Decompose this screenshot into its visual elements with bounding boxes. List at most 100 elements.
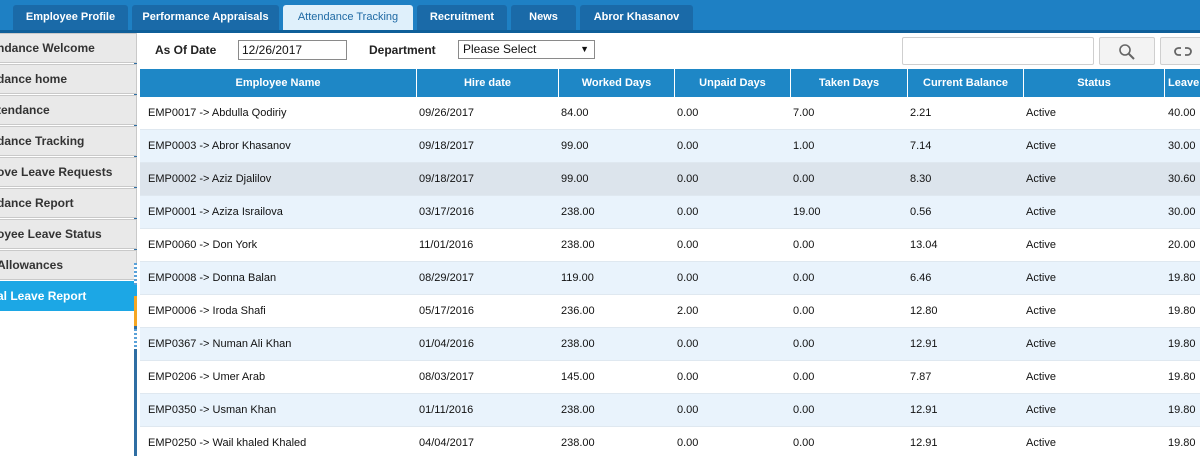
sidebar-item-label: dance home [0,72,68,86]
status-cell: Active [1026,404,1056,416]
current-balance-cell: 12.91 [910,338,938,350]
worked-days-cell: 236.00 [561,305,595,317]
table-row[interactable]: EMP0003 -> Abror Khasanov 09/18/2017 99.00… [140,130,1200,163]
sidebar-splitter-marker-active[interactable] [134,296,137,326]
tab-user-profile[interactable]: Abror Khasanov [580,5,693,30]
taken-days-cell: 7.00 [793,107,815,119]
sidebar-item-allowances[interactable]: Allowances [0,250,137,280]
department-select-value: Please Select [463,42,537,56]
column-header-status[interactable]: Status [1024,69,1165,97]
link-reset-icon [1161,43,1200,61]
taken-days-cell: 1.00 [793,140,815,152]
status-cell: Active [1026,272,1056,284]
table-row[interactable]: EMP0350 -> Usman Khan 01/11/2016 238.00 0.0… [140,394,1200,427]
tab-performance-appraisals[interactable]: Performance Appraisals [132,5,279,30]
search-input[interactable] [902,37,1094,65]
department-select[interactable]: Please Select ▼ [458,40,595,59]
sidebar-item-label: ove Leave Requests [0,165,113,179]
sidebar-item-approve-leave-requests[interactable]: ove Leave Requests [0,157,137,187]
column-header-current-balance[interactable]: Current Balance [908,69,1024,97]
current-balance-cell: 12.91 [910,437,938,449]
leave-cell: 30.00 [1168,206,1196,218]
hire-date-cell: 05/17/2016 [419,305,475,317]
current-balance-cell: 0.56 [910,206,932,218]
table-row[interactable]: EMP0206 -> Umer Arab 08/03/2017 145.00 0.00… [140,361,1200,394]
leave-report-grid: Employee Name Hire date Worked Days Unpa… [140,69,1200,456]
worked-days-cell: 238.00 [561,404,595,416]
table-row[interactable]: EMP0002 -> Aziz Djalilov 09/18/2017 99.00 0… [140,163,1200,196]
employee-name-cell: EMP0003 -> Abror Khasanov [148,140,291,152]
worked-days-cell: 145.00 [561,371,595,383]
table-row[interactable]: EMP0001 -> Aziza Israilova 03/17/2016 238.… [140,196,1200,229]
employee-name-cell: EMP0060 -> Don York [148,239,258,251]
top-nav-bar: Employee Profile Performance Appraisals … [0,0,1200,33]
status-cell: Active [1026,206,1056,218]
column-header-employee-name[interactable]: Employee Name [140,69,417,97]
sidebar-item-annual-leave-report[interactable]: al Leave Report [0,281,137,311]
table-row[interactable]: EMP0008 -> Donna Balan 08/29/2017 119.00 0.… [140,262,1200,295]
status-cell: Active [1026,173,1056,185]
column-header-unpaid-days[interactable]: Unpaid Days [675,69,791,97]
leave-cell: 19.80 [1168,371,1196,383]
sidebar-item-attendance-report[interactable]: dance Report [0,188,137,218]
table-row[interactable]: EMP0006 -> Iroda Shafi 05/17/2016 236.00 2.… [140,295,1200,328]
current-balance-cell: 7.14 [910,140,932,152]
unpaid-days-cell: 0.00 [677,239,699,251]
tab-recruitment[interactable]: Recruitment [417,5,507,30]
table-row[interactable]: EMP0250 -> Wail khaled Khaled 04/04/2017 2… [140,427,1200,456]
leave-cell: 19.80 [1168,272,1196,284]
column-header-taken-days[interactable]: Taken Days [791,69,908,97]
leave-cell: 20.00 [1168,239,1196,251]
tab-employee-profile[interactable]: Employee Profile [13,5,128,30]
taken-days-cell: 0.00 [793,437,815,449]
worked-days-cell: 238.00 [561,437,595,449]
worked-days-cell: 238.00 [561,338,595,350]
sidebar-item-attendance-welcome[interactable]: ndance Welcome [0,33,137,63]
leave-cell: 19.80 [1168,404,1196,416]
sidebar-item-label: tendance [0,103,50,117]
employee-name-cell: EMP0367 -> Numan Ali Khan [148,338,292,350]
leave-cell: 19.80 [1168,437,1196,449]
as-of-date-field[interactable]: 12/26/2017 [238,40,347,60]
unpaid-days-cell: 0.00 [677,437,699,449]
sidebar-item-attendance-tracking[interactable]: dance Tracking [0,126,137,156]
column-header-hire-date[interactable]: Hire date [417,69,559,97]
reset-button[interactable] [1160,37,1200,65]
tab-news[interactable]: News [511,5,576,30]
sidebar-item-label: dance Tracking [0,134,85,148]
table-row[interactable]: EMP0060 -> Don York 11/01/2016 238.00 0.00 0… [140,229,1200,262]
unpaid-days-cell: 0.00 [677,173,699,185]
sidebar-item-label: dance Report [0,196,74,210]
table-row[interactable]: EMP0367 -> Numan Ali Khan 01/04/2016 238.0… [140,328,1200,361]
employee-name-cell: EMP0001 -> Aziza Israilova [148,206,283,218]
hire-date-cell: 09/18/2017 [419,173,475,185]
worked-days-cell: 238.00 [561,239,595,251]
sidebar-splitter-marker[interactable] [134,263,137,285]
status-cell: Active [1026,140,1056,152]
sidebar-splitter-marker[interactable] [134,329,137,349]
sidebar-item-label: al Leave Report [0,289,87,303]
worked-days-cell: 238.00 [561,206,595,218]
unpaid-days-cell: 0.00 [677,107,699,119]
column-header-leave[interactable]: Leave [1165,69,1200,97]
table-row[interactable]: EMP0017 -> Abdulla Qodiriy 09/26/2017 84.0… [140,97,1200,130]
sidebar-item-label: Allowances [0,258,64,272]
sidebar-item-employee-leave-status[interactable]: oyee Leave Status [0,219,137,249]
current-balance-cell: 12.80 [910,305,938,317]
search-button[interactable] [1099,37,1155,65]
employee-name-cell: EMP0008 -> Donna Balan [148,272,277,284]
unpaid-days-cell: 0.00 [677,338,699,350]
hire-date-cell: 01/04/2016 [419,338,475,350]
sidebar-item-attendance-home[interactable]: dance home [0,64,137,94]
status-cell: Active [1026,305,1056,317]
current-balance-cell: 7.87 [910,371,932,383]
status-cell: Active [1026,338,1056,350]
unpaid-days-cell: 0.00 [677,140,699,152]
sidebar-item-attendance[interactable]: tendance [0,95,137,125]
taken-days-cell: 0.00 [793,305,815,317]
column-header-worked-days[interactable]: Worked Days [559,69,675,97]
taken-days-cell: 0.00 [793,338,815,350]
leave-cell: 30.60 [1168,173,1196,185]
tab-attendance-tracking[interactable]: Attendance Tracking [283,5,413,30]
hire-date-cell: 09/18/2017 [419,140,475,152]
